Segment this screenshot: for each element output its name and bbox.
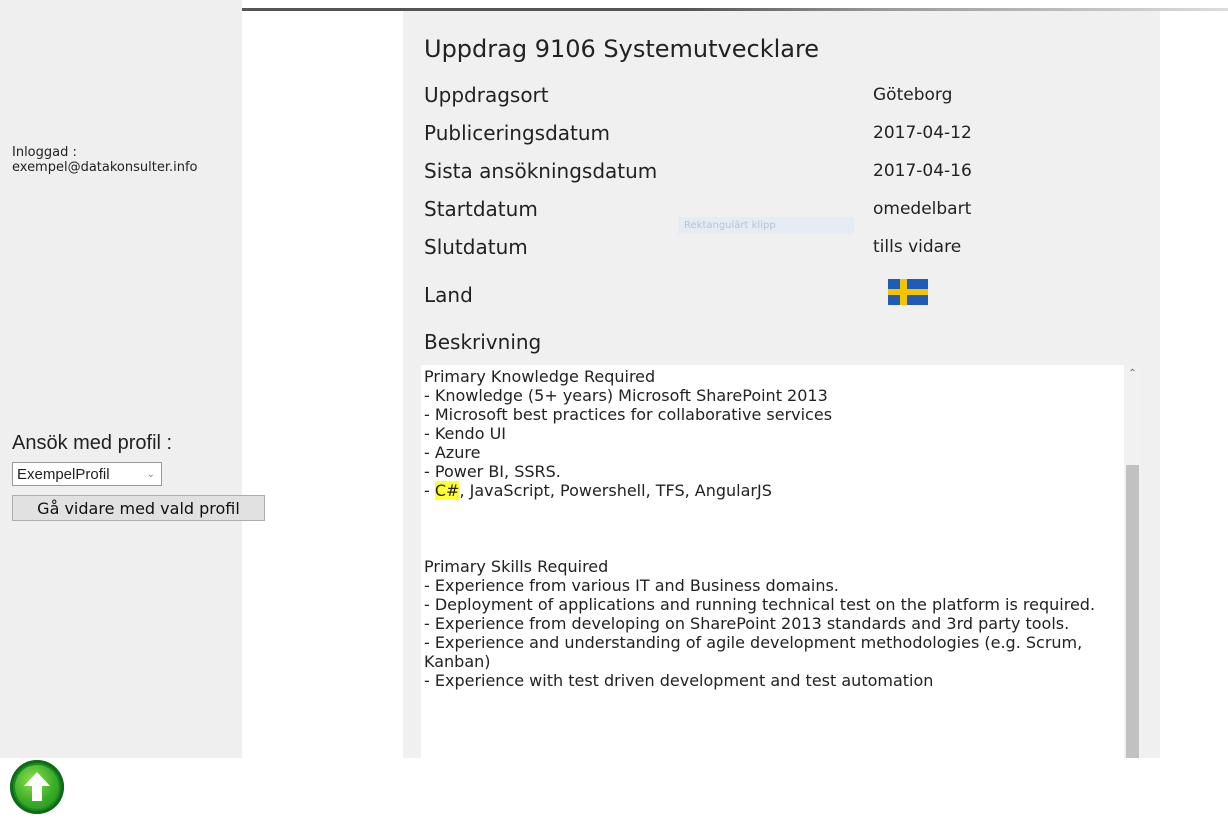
- back-to-top-button[interactable]: [10, 760, 64, 814]
- login-label: Inloggad :: [12, 145, 77, 160]
- published-label: Publiceringsdatum: [424, 121, 611, 145]
- end-value: tills vidare: [873, 237, 962, 257]
- job-title: Uppdrag 9106 Systemutvecklare: [424, 35, 820, 63]
- desc-line: Primary Knowledge Required: [424, 367, 656, 386]
- start-value: omedelbart: [873, 199, 972, 219]
- end-label: Slutdatum: [424, 235, 528, 259]
- chevron-up-icon[interactable]: ⌃: [1124, 365, 1141, 382]
- start-label: Startdatum: [424, 197, 538, 221]
- login-email: exempel@datakonsulter.info: [12, 160, 198, 175]
- location-value: Göteborg: [873, 85, 953, 105]
- sweden-flag-icon: [888, 279, 928, 305]
- profile-select-value: ExempelProfil: [17, 465, 110, 483]
- desc-line-rest: , JavaScript, Powershell, TFS, AngularJS: [459, 481, 772, 500]
- country-label: Land: [424, 283, 473, 307]
- description-scrollbar[interactable]: ⌃: [1124, 365, 1141, 758]
- published-value: 2017-04-12: [873, 123, 972, 143]
- chevron-down-icon: ⌄: [146, 468, 155, 480]
- deadline-value: 2017-04-16: [873, 161, 972, 181]
- desc-line: - Knowledge (5+ years) Microsoft SharePo…: [424, 386, 828, 405]
- skills-text: Primary Skills Required - Experience fro…: [424, 557, 1096, 690]
- description-box[interactable]: Primary Knowledge Required - Knowledge (…: [421, 365, 1141, 758]
- desc-line-prefix: -: [424, 481, 435, 500]
- desc-line: - Kendo UI: [424, 424, 506, 443]
- login-status: Inloggad : exempel@datakonsulter.info: [12, 145, 198, 175]
- highlighted-term: C#: [434, 481, 460, 500]
- desc-line: - Power BI, SSRS.: [424, 462, 561, 481]
- description-text: Primary Knowledge Required - Knowledge (…: [424, 367, 1114, 690]
- arrow-up-icon: [15, 765, 59, 809]
- desc-line: - Microsoft best practices for collabora…: [424, 405, 833, 424]
- continue-with-profile-button[interactable]: Gå vidare med vald profil: [12, 495, 265, 521]
- deadline-label: Sista ansökningsdatum: [424, 159, 658, 183]
- job-panel: Uppdrag 9106 Systemutvecklare Uppdragsor…: [403, 11, 1160, 758]
- location-label: Uppdragsort: [424, 83, 549, 107]
- scrollbar-thumb[interactable]: [1126, 465, 1139, 758]
- profile-select[interactable]: ExempelProfil ⌄: [12, 462, 162, 486]
- ghost-overlay: Rektangulärt klipp: [678, 217, 854, 234]
- apply-title: Ansök med profil :: [12, 432, 173, 454]
- sidebar: [0, 0, 242, 758]
- desc-line: - Azure: [424, 443, 481, 462]
- description-label: Beskrivning: [424, 330, 542, 354]
